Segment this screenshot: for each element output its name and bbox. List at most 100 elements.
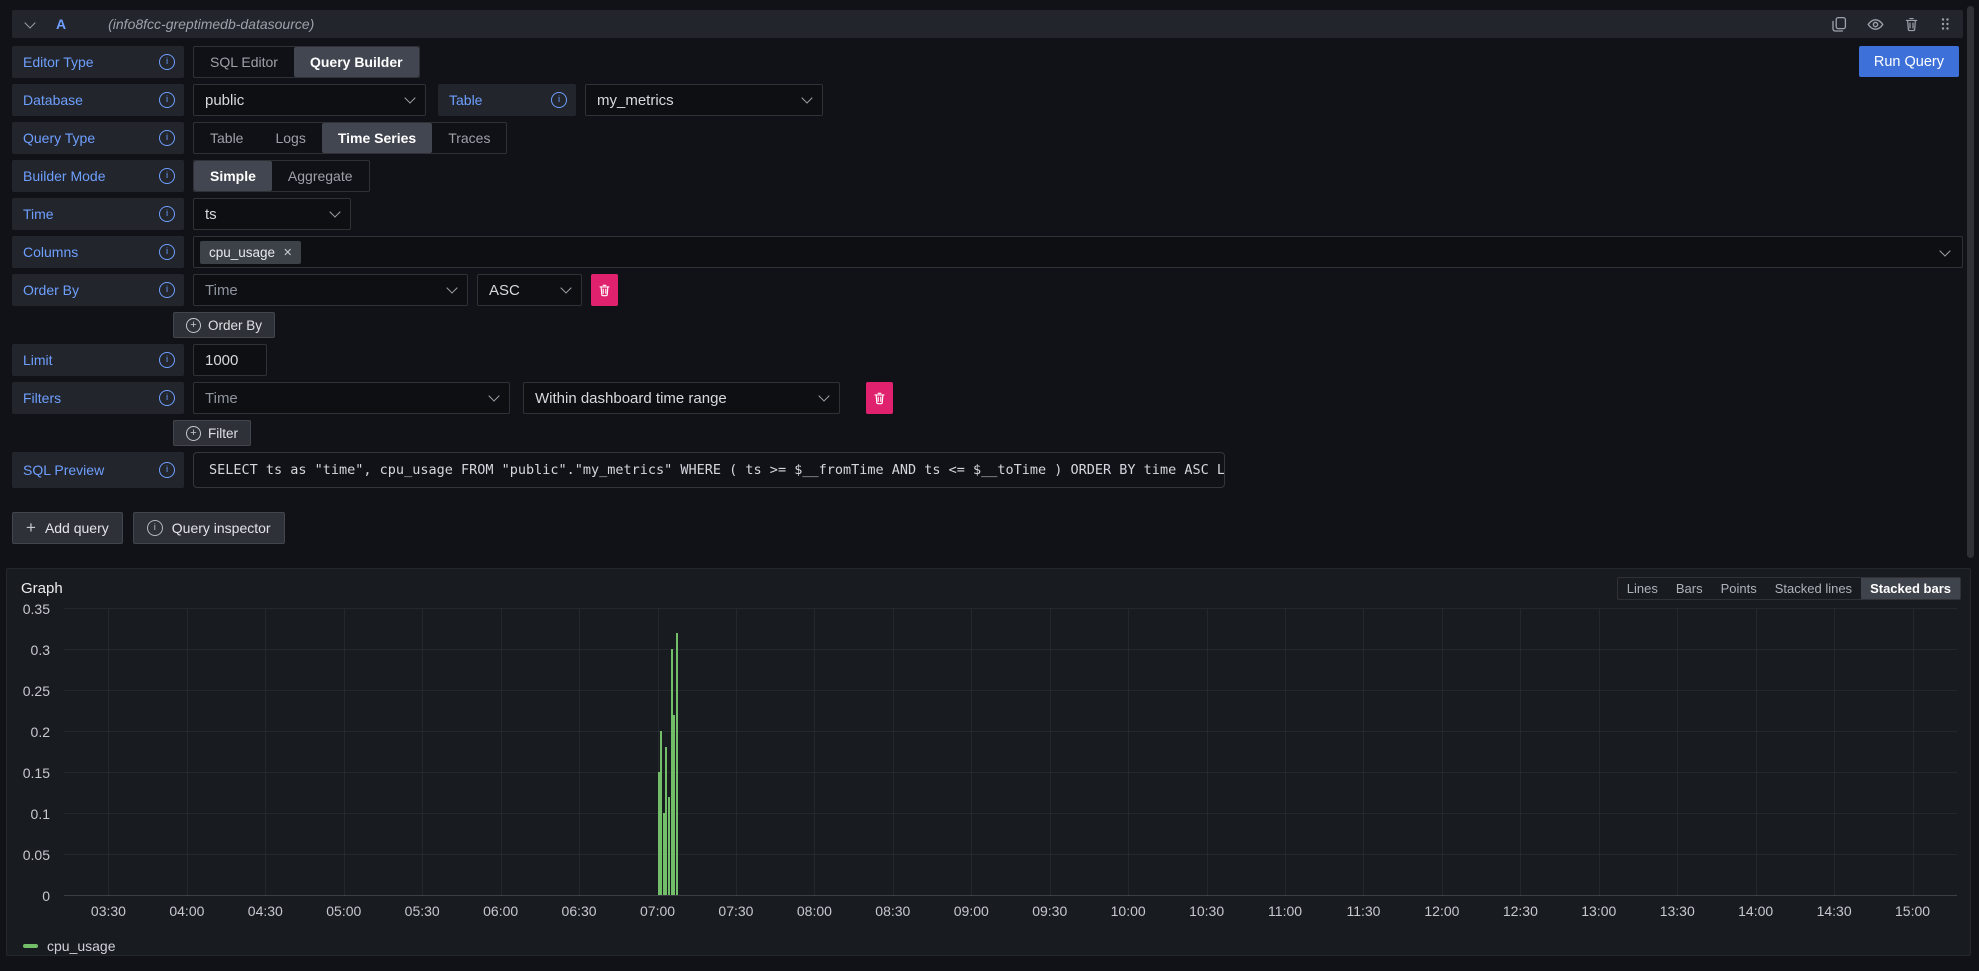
builder-mode-label: Builder Mode i	[12, 160, 184, 192]
x-tick-label: 14:00	[1738, 903, 1773, 919]
x-tick-label: 07:00	[640, 903, 675, 919]
grid-line-vertical	[893, 609, 894, 896]
add-filter-button[interactable]: + Filter	[173, 420, 251, 446]
query-inspector-button[interactable]: i Query inspector	[133, 512, 285, 544]
query-footer: + Add query i Query inspector	[12, 512, 1963, 544]
editor-type-toggle: SQL Editor Query Builder	[193, 46, 420, 78]
filters-label: Filters i	[12, 382, 184, 414]
chevron-down-icon	[446, 282, 457, 293]
remove-tag-icon[interactable]: ✕	[283, 246, 292, 259]
grid-line-vertical	[1520, 609, 1521, 896]
grid-line-vertical	[1207, 609, 1208, 896]
info-icon[interactable]: i	[159, 244, 175, 260]
plus-icon: +	[26, 518, 36, 538]
info-icon[interactable]: i	[159, 130, 175, 146]
row-query-type: Query Type i Table Logs Time Series Trac…	[12, 122, 1963, 154]
database-label: Database i	[12, 84, 184, 116]
time-select[interactable]: ts	[193, 198, 351, 230]
option-sql-editor[interactable]: SQL Editor	[194, 47, 294, 77]
grid-line-vertical	[579, 609, 580, 896]
row-sql-preview: SQL Preview i SELECT ts as "time", cpu_u…	[12, 452, 1963, 488]
filter-condition-select[interactable]: Within dashboard time range	[523, 382, 840, 414]
info-icon[interactable]: i	[159, 92, 175, 108]
x-tick-label: 04:00	[169, 903, 204, 919]
remove-order-by-button[interactable]	[591, 274, 618, 306]
add-query-button[interactable]: + Add query	[12, 512, 123, 544]
columns-label: Columns i	[12, 236, 184, 268]
info-icon[interactable]: i	[159, 206, 175, 222]
eye-icon[interactable]	[1867, 16, 1884, 33]
option-time-series[interactable]: Time Series	[322, 123, 432, 153]
chart: 00.050.10.150.20.250.30.35 03:3004:0004:…	[16, 609, 1961, 925]
option-logs[interactable]: Logs	[259, 123, 321, 153]
grid-line-vertical	[971, 609, 972, 896]
chart-legend: cpu_usage	[16, 938, 1961, 954]
x-tick-label: 09:00	[954, 903, 989, 919]
graph-panel: Graph Lines Bars Points Stacked lines St…	[6, 568, 1971, 956]
mode-stacked-lines[interactable]: Stacked lines	[1766, 578, 1861, 599]
table-select[interactable]: my_metrics	[585, 84, 823, 116]
y-axis-labels: 00.050.10.150.20.250.30.35	[16, 609, 56, 896]
x-tick-label: 06:00	[483, 903, 518, 919]
info-icon[interactable]: i	[159, 390, 175, 406]
y-tick-label: 0.35	[23, 601, 50, 617]
row-builder-mode: Builder Mode i Simple Aggregate	[12, 160, 1963, 192]
mode-lines[interactable]: Lines	[1618, 578, 1667, 599]
drag-handle-icon[interactable]	[1939, 16, 1951, 32]
add-order-by-button[interactable]: + Order By	[173, 312, 275, 338]
legend-series-label[interactable]: cpu_usage	[47, 938, 116, 954]
option-simple[interactable]: Simple	[194, 161, 272, 191]
option-query-builder[interactable]: Query Builder	[294, 47, 419, 77]
option-table[interactable]: Table	[194, 123, 259, 153]
grid-line-horizontal	[64, 772, 1957, 773]
order-by-direction-select[interactable]: ASC	[477, 274, 582, 306]
info-icon[interactable]: i	[159, 352, 175, 368]
y-tick-label: 0.15	[23, 765, 50, 781]
info-icon[interactable]: i	[159, 168, 175, 184]
x-tick-label: 09:30	[1032, 903, 1067, 919]
circle-plus-icon: +	[186, 426, 201, 441]
grid-line-horizontal	[64, 854, 1957, 855]
chevron-down-icon	[818, 390, 829, 401]
info-icon[interactable]: i	[159, 54, 175, 70]
option-traces[interactable]: Traces	[432, 123, 506, 153]
x-tick-label: 11:30	[1346, 903, 1380, 919]
query-type-label: Query Type i	[12, 122, 184, 154]
delete-query-icon[interactable]	[1904, 16, 1919, 32]
table-label: Table i	[438, 84, 576, 116]
mode-stacked-bars[interactable]: Stacked bars	[1861, 578, 1960, 599]
graph-mode-toggle: Lines Bars Points Stacked lines Stacked …	[1617, 577, 1961, 600]
database-select[interactable]: public	[193, 84, 426, 116]
chevron-down-icon	[329, 206, 340, 217]
grid-line-vertical	[1756, 609, 1757, 896]
remove-filter-button[interactable]	[866, 382, 893, 414]
info-icon: i	[147, 520, 163, 536]
mode-points[interactable]: Points	[1712, 578, 1766, 599]
scrollbar[interactable]	[1967, 6, 1974, 558]
run-query-button[interactable]: Run Query	[1859, 46, 1959, 77]
info-icon[interactable]: i	[551, 92, 567, 108]
order-by-field-select[interactable]: Time	[193, 274, 468, 306]
y-tick-label: 0.1	[31, 806, 50, 822]
info-icon[interactable]: i	[159, 282, 175, 298]
columns-multiselect[interactable]: cpu_usage ✕	[193, 236, 1963, 268]
row-limit: Limit i	[12, 344, 1963, 376]
filter-field-select[interactable]: Time	[193, 382, 510, 414]
column-tag[interactable]: cpu_usage ✕	[200, 241, 301, 264]
circle-plus-icon: +	[186, 318, 201, 333]
grid-line-vertical	[422, 609, 423, 896]
datasource-name: (info8fcc-greptimedb-datasource)	[108, 16, 314, 32]
x-tick-label: 10:00	[1111, 903, 1146, 919]
x-tick-label: 12:00	[1424, 903, 1459, 919]
limit-input[interactable]	[193, 344, 267, 376]
query-row-header[interactable]: A (info8fcc-greptimedb-datasource)	[12, 10, 1963, 38]
grid-line-vertical	[814, 609, 815, 896]
x-tick-label: 06:30	[562, 903, 597, 919]
x-axis-labels: 03:3004:0004:3005:0005:3006:0006:3007:00…	[64, 903, 1957, 923]
collapse-chevron-icon[interactable]	[24, 17, 35, 28]
option-aggregate[interactable]: Aggregate	[272, 161, 369, 191]
info-icon[interactable]: i	[159, 462, 175, 478]
duplicate-query-icon[interactable]	[1831, 16, 1847, 32]
grid-line-horizontal	[64, 690, 1957, 691]
mode-bars[interactable]: Bars	[1667, 578, 1712, 599]
